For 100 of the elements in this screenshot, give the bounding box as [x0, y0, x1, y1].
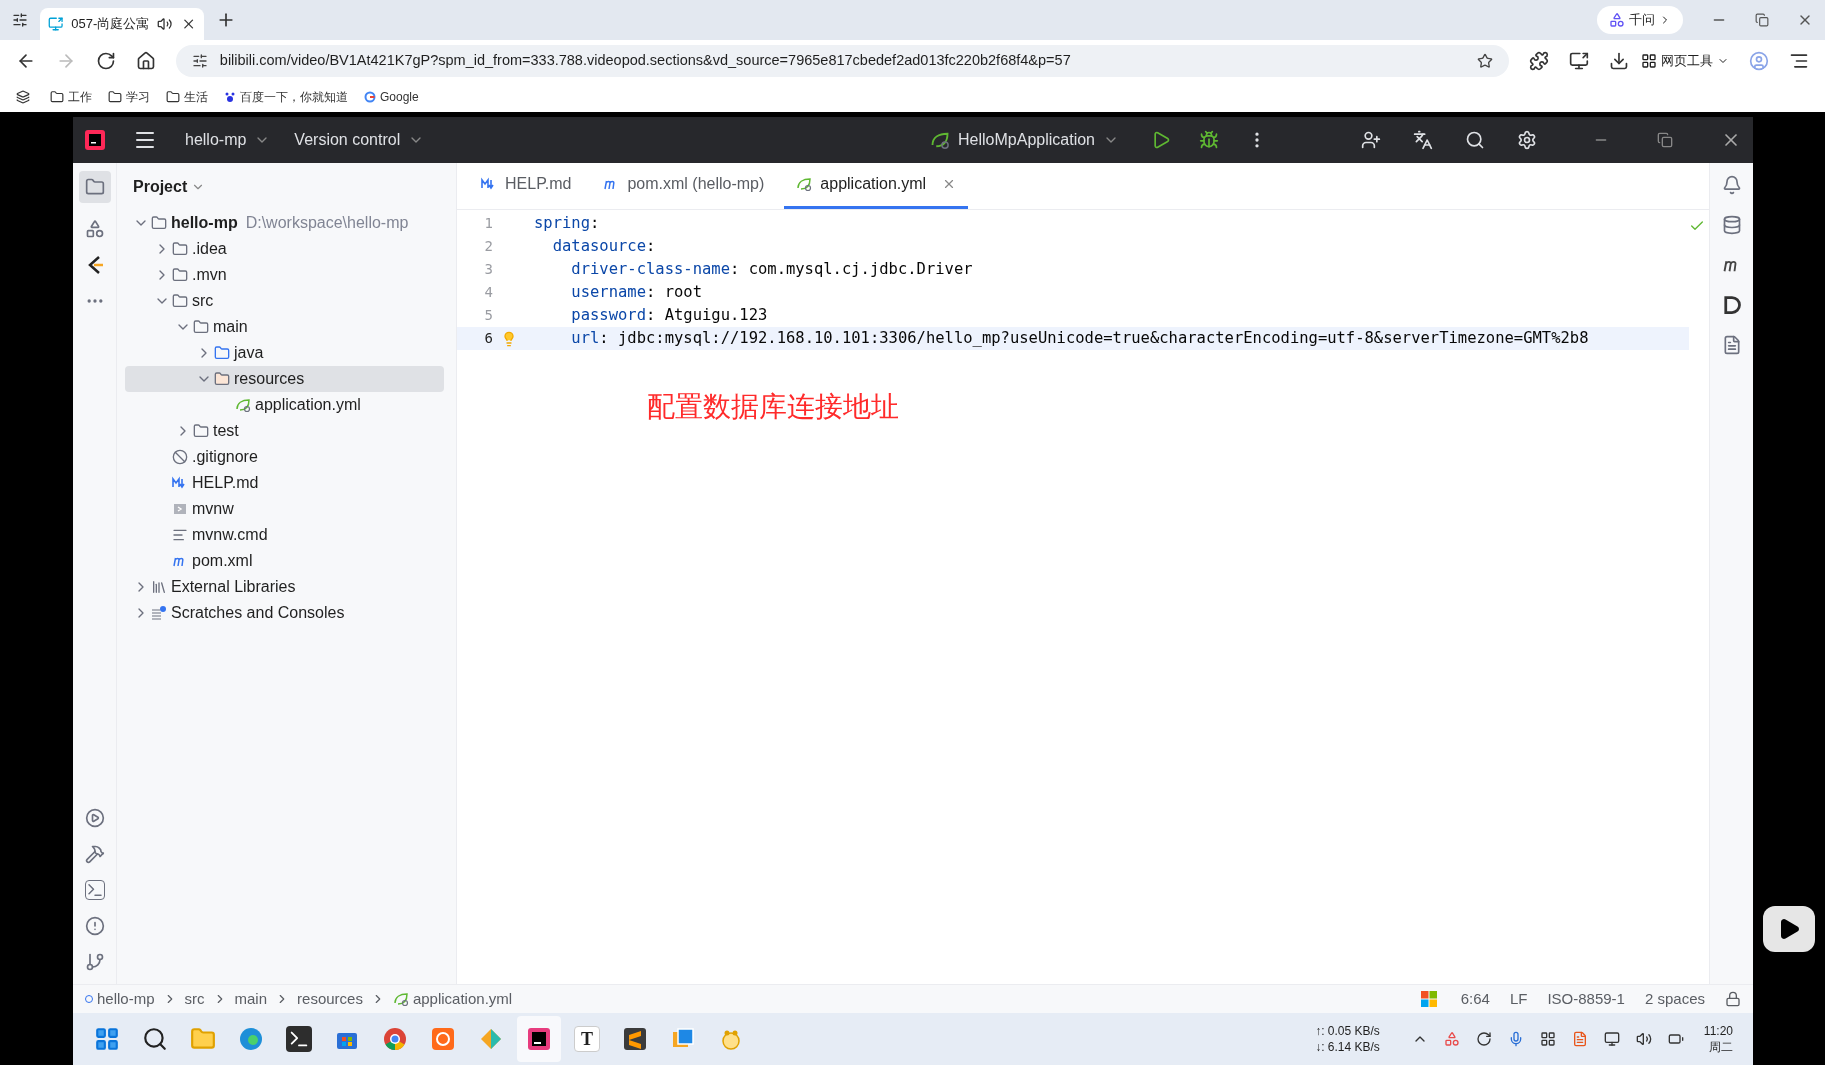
bookmark-item[interactable]: 学习 [108, 88, 150, 106]
sync-icon[interactable] [1475, 1031, 1492, 1047]
editor-tab[interactable]: pom.xml (hello-mp) [591, 162, 777, 209]
spring-leaf-icon [930, 130, 951, 150]
breadcrumb-item[interactable]: application.yml [392, 987, 513, 1011]
screenshot-icon[interactable] [1569, 51, 1590, 71]
editor-tab[interactable]: HELP.md [469, 162, 584, 209]
script-icon [172, 501, 188, 517]
editor-tab[interactable]: application.yml [784, 162, 969, 209]
markdown-icon [481, 176, 497, 192]
annotation-text: 配置数据库连接地址 [647, 390, 899, 423]
tree-item[interactable]: .mvn [125, 262, 444, 288]
ignore-icon [172, 449, 188, 465]
tree-item-label: src [192, 291, 214, 311]
tree-item[interactable]: .idea [125, 236, 444, 262]
speaker-icon [157, 16, 173, 32]
maximize-icon[interactable] [1755, 13, 1769, 27]
restore-icon[interactable] [1657, 132, 1673, 148]
reload-icon[interactable] [95, 51, 116, 71]
tray-app-icon[interactable] [1571, 1031, 1588, 1047]
folder-icon [172, 267, 188, 283]
google-g-icon [364, 91, 376, 103]
translate-icon[interactable] [1413, 130, 1433, 150]
tree-item[interactable]: application.yml [125, 392, 444, 418]
debug-icon[interactable] [1199, 130, 1219, 150]
structure-icon[interactable] [84, 219, 105, 239]
code-line: spring: [534, 212, 600, 234]
d-shape-icon[interactable] [1721, 295, 1742, 315]
spring-leaf-icon [392, 991, 409, 1007]
browser-tab[interactable]: 057-尚庭公寓 [40, 8, 204, 40]
tree-item-label: test [213, 421, 239, 441]
bookmark-item[interactable]: 百度一下，你就知道 [224, 88, 348, 106]
display-icon[interactable] [1603, 1031, 1620, 1047]
breadcrumb-item[interactable]: src [184, 987, 205, 1011]
tree-item[interactable]: main [125, 314, 444, 340]
ide-logo-icon [85, 130, 105, 150]
input-method-icon[interactable] [1539, 1031, 1556, 1047]
breadcrumb-item[interactable]: hello-mp [85, 987, 155, 1011]
search-icon [142, 1026, 168, 1052]
notifications-icon[interactable] [1721, 175, 1742, 195]
breadcrumb-item[interactable]: main [234, 987, 268, 1011]
tree-item[interactable]: hello-mp D:\workspace\hello-mp [125, 210, 444, 236]
assistant-button[interactable]: 千问 [1597, 6, 1683, 34]
tree-item[interactable]: java [125, 340, 444, 366]
file-encoding[interactable]: ISO-8859-1 [1547, 987, 1625, 1011]
battery-icon[interactable] [1667, 1031, 1684, 1047]
settings-icon[interactable] [1517, 130, 1537, 150]
tree-item[interactable]: mvnw.cmd [125, 522, 444, 548]
tray-app-icon[interactable] [1443, 1031, 1460, 1047]
tree-item-label: java [234, 343, 264, 363]
run-config-dropdown[interactable]: HelloMpApplication [930, 128, 1119, 152]
tree-item[interactable]: resources [125, 366, 444, 392]
code-line: url: jdbc:mysql://192.168.10.101:3306/hello_mp?useUnicode=true&characterEncoding=utf-8&serverTimezone=GMT%2b8 [570, 327, 1589, 349]
line-number: 4 [483, 283, 493, 302]
taskbar-app[interactable] [517, 1016, 561, 1062]
search-icon[interactable] [1465, 130, 1485, 150]
bookmark-item[interactable]: Google [364, 88, 419, 106]
taskbar-app[interactable]: T [565, 1016, 609, 1062]
url-text: bilibili.com/video/BV1At421K7gP?spm_id_from=333.788.videopod.sections&vd_source=7965e817cbedef2ad013fc220b2f68f4&p=57 [219, 51, 1072, 71]
caret-position[interactable]: 6:64 [1460, 987, 1490, 1011]
vcs-dropdown[interactable]: Version control [294, 128, 425, 152]
bookmark-item[interactable]: 工作 [50, 88, 92, 106]
indent-setting[interactable]: 2 spaces [1644, 987, 1705, 1011]
project-tool-button[interactable] [78, 171, 111, 203]
folder-icon [108, 90, 122, 104]
speaker-icon[interactable] [1635, 1031, 1652, 1047]
tree-item[interactable]: test [125, 418, 444, 444]
home-icon[interactable] [135, 51, 156, 71]
ide-icon [526, 1026, 552, 1052]
build-icon[interactable] [84, 844, 105, 864]
clock[interactable]: 11:20 周二 [1703, 1023, 1733, 1055]
play-button[interactable] [1763, 906, 1815, 952]
panel-title[interactable]: Project [133, 174, 206, 199]
tree-item[interactable]: HELP.md [125, 470, 444, 496]
line-separator[interactable]: LF [1509, 987, 1528, 1011]
tree-item[interactable]: pom.xml [125, 548, 444, 574]
menu-icon[interactable] [1789, 51, 1810, 71]
add-user-icon[interactable] [1361, 130, 1381, 150]
bookmark-item[interactable]: 生活 [166, 88, 208, 106]
tab-groups-icon [16, 90, 30, 104]
terminal-icon[interactable] [84, 880, 105, 900]
tree-item[interactable]: src [125, 288, 444, 314]
run-icon[interactable] [1151, 130, 1171, 150]
lock-icon[interactable] [1725, 991, 1741, 1007]
database-icon[interactable] [1721, 215, 1742, 235]
tree-item[interactable]: mvnw [125, 496, 444, 522]
app-icon [430, 1026, 456, 1052]
tree-item[interactable]: .gitignore [125, 444, 444, 470]
tree-item[interactable]: External Libraries [125, 574, 444, 600]
address-bar[interactable]: bilibili.com/video/BV1At421K7gP?spm_id_from=333.788.videopod.sections&vd_source=7965e817cbedef2ad013fc220b2f68f4&p=57 [175, 45, 1510, 77]
markdown-icon [172, 475, 188, 491]
project-dropdown[interactable]: hello-mp [185, 128, 271, 152]
services-icon[interactable] [84, 808, 105, 828]
download-icon[interactable] [1609, 51, 1630, 71]
git-icon[interactable] [84, 952, 105, 972]
breadcrumb-item[interactable]: resources [297, 987, 363, 1011]
problems-icon[interactable] [84, 916, 105, 936]
tools-button[interactable]: 网页工具 [1641, 51, 1730, 71]
extensions-icon[interactable] [1529, 51, 1550, 71]
tree-item[interactable]: Scratches and Consoles [125, 600, 444, 626]
